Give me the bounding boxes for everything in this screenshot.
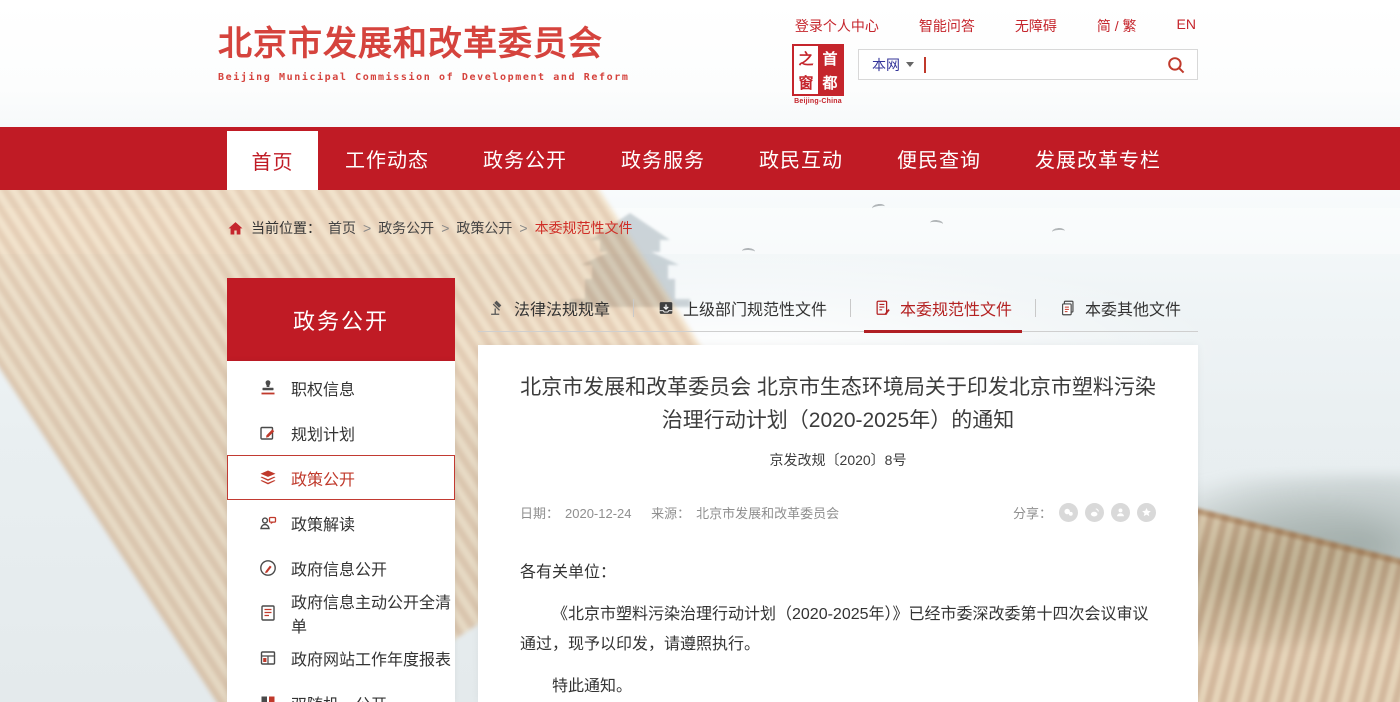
nav-item-gov-disclosure[interactable]: 政务公开 [456,127,594,190]
breadcrumb-prefix: 当前位置： [251,218,321,238]
article-body: 各有关单位： 《北京市塑料污染治理行动计划（2020-2025年）》已经市委深改… [520,558,1156,702]
capital-window-seal-logo[interactable]: 之 首 窗 都 Beijing-China [789,44,847,105]
sidebar-item-proactive-disclosure-list[interactable]: 政府信息主动公开全清单 [227,590,455,635]
seal-icon: 之 首 窗 都 [792,44,844,96]
discussion-icon [258,513,278,533]
content-area: 当前位置： 首页 > 政务公开 > 政策公开 > 本委规范性文件 政务公开 职权… [0,190,1400,702]
sidebar-item-gov-info-disclosure[interactable]: 政府信息公开 [227,545,455,590]
tab-commission-normative-docs[interactable]: 本委规范性文件 [874,285,1012,331]
notice-line: 特此通知。 [520,672,1156,702]
simplified-traditional-link[interactable]: 简 / 繁 [1097,16,1137,36]
qq-share-icon[interactable] [1111,503,1130,522]
login-personal-center-link[interactable]: 登录个人中心 [795,16,879,36]
search-scope-label: 本网 [872,55,900,75]
article-meta: 日期： 2020-12-24 来源： 北京市发展和改革委员会 分享： [520,503,1156,522]
source-label: 来源： [651,506,690,521]
search-input[interactable] [926,53,1165,77]
document-number: 京发改规〔2020〕8号 [520,450,1156,470]
nav-item-work-news[interactable]: 工作动态 [318,127,456,190]
nav-item-convenience-inquiry[interactable]: 便民查询 [870,127,1008,190]
article-title: 北京市发展和改革委员会 北京市生态环境局关于印发北京市塑料污染治理行动计划（20… [520,371,1156,437]
doc-copy-icon [1059,299,1077,317]
share-bar: 分享： [1013,503,1156,522]
site-title-en: Beijing Municipal Commission of Developm… [218,72,630,83]
tab-laws-regulations[interactable]: 法律法规规章 [488,285,610,331]
english-link[interactable]: EN [1177,16,1196,36]
site-logo[interactable]: 北京市发展和改革委员会 Beijing Municipal Commission… [218,16,630,83]
grid-icon [258,693,278,702]
search-icon [1165,54,1187,76]
share-label: 分享： [1013,503,1052,522]
accessibility-link[interactable]: 无障碍 [1015,16,1057,36]
sidebar-item-double-random-disclosure[interactable]: 双随机一公开 [227,680,455,702]
search-button[interactable] [1165,54,1187,76]
breadcrumb-policy-disclosure[interactable]: 政策公开 [456,218,512,238]
breadcrumb-current: 本委规范性文件 [535,218,633,238]
breadcrumb: 当前位置： 首页 > 政务公开 > 政策公开 > 本委规范性文件 [227,218,633,238]
tab-superior-normative-docs[interactable]: 上级部门规范性文件 [657,285,827,331]
article-card: 北京市发展和改革委员会 北京市生态环境局关于印发北京市塑料污染治理行动计划（20… [478,345,1198,702]
sidebar: 政务公开 职权信息 规划计划 [227,278,455,702]
breadcrumb-gov-disclosure[interactable]: 政务公开 [378,218,434,238]
body-paragraph: 《北京市塑料污染治理行动计划（2020-2025年）》已经市委深改委第十四次会议… [520,600,1156,660]
weibo-share-icon[interactable] [1085,503,1104,522]
sidebar-title: 政务公开 [227,278,455,361]
chevron-down-icon [906,62,914,67]
breadcrumb-home[interactable]: 首页 [328,218,356,238]
sidebar-item-policy-disclosure[interactable]: 政策公开 [227,455,455,500]
article-source: 北京市发展和改革委员会 [696,506,839,521]
stamp-icon [258,378,278,398]
list-doc-icon [258,603,278,623]
qzone-share-icon[interactable] [1137,503,1156,522]
site-header: 北京市发展和改革委员会 Beijing Municipal Commission… [0,0,1400,127]
pen-circle-icon [258,558,278,578]
top-utility-links: 登录个人中心 智能问答 无障碍 简 / 繁 EN [795,16,1196,36]
sidebar-item-policy-interpretation[interactable]: 政策解读 [227,500,455,545]
doc-edit-icon [874,299,892,317]
document-tabs: 法律法规规章 上级部门规范性文件 本委规范性文件 [478,285,1198,332]
search-scope-dropdown[interactable]: 本网 [872,55,914,75]
main-nav: 首页 工作动态 政务公开 政务服务 政民互动 便民查询 发展改革专栏 [0,127,1400,190]
sidebar-item-authority-info[interactable]: 职权信息 [227,365,455,410]
home-icon [227,220,244,237]
site-title: 北京市发展和改革委员会 [218,16,630,65]
salutation: 各有关单位： [520,558,1156,588]
tab-commission-other-docs[interactable]: 本委其他文件 [1059,285,1181,331]
nav-item-public-interaction[interactable]: 政民互动 [732,127,870,190]
article-date: 2020-12-24 [565,506,632,521]
nav-item-gov-services[interactable]: 政务服务 [594,127,732,190]
wechat-share-icon[interactable] [1059,503,1078,522]
nav-item-home[interactable]: 首页 [227,131,318,190]
inbox-icon [657,299,675,317]
site-search: 本网 [858,49,1198,80]
report-table-icon [258,648,278,668]
nav-item-ndrc-special[interactable]: 发展改革专栏 [1008,127,1188,190]
seal-caption: Beijing-China [789,98,847,105]
article-date-source: 日期： 2020-12-24 来源： 北京市发展和改革委员会 [520,503,855,522]
smart-qa-link[interactable]: 智能问答 [919,16,975,36]
layers-icon [258,468,278,488]
date-label: 日期： [520,506,559,521]
sidebar-item-planning[interactable]: 规划计划 [227,410,455,455]
sidebar-item-website-annual-report[interactable]: 政府网站工作年度报表 [227,635,455,680]
sidebar-menu: 职权信息 规划计划 政策公开 [227,361,455,702]
edit-note-icon [258,423,278,443]
right-trees [1170,475,1400,645]
page: 北京市发展和改革委员会 Beijing Municipal Commission… [0,0,1400,702]
law-icon [488,299,506,317]
